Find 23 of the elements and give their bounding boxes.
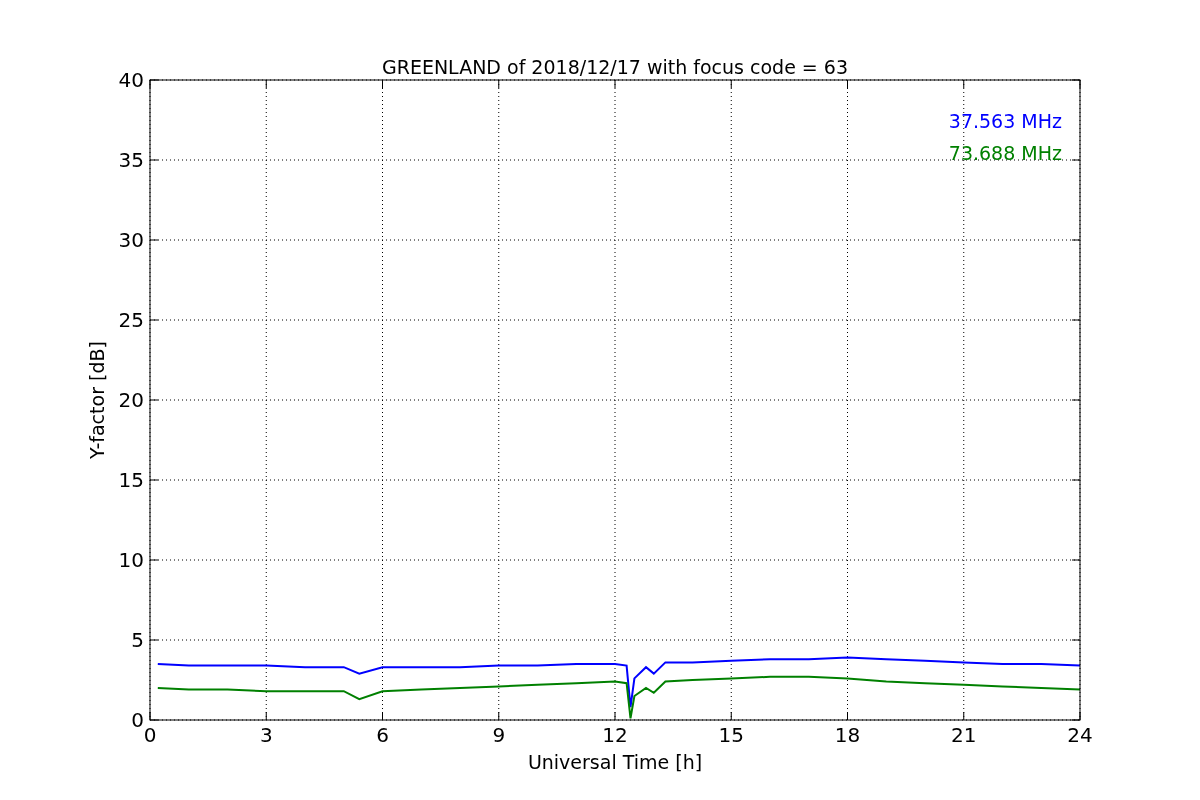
y-tick-label: 35 xyxy=(118,148,144,172)
x-tick-label: 3 xyxy=(259,723,273,747)
x-tick-label: 0 xyxy=(143,723,157,747)
chart-title: GREENLAND of 2018/12/17 with focus code = 63 xyxy=(382,56,848,78)
y-tick-label: 5 xyxy=(131,628,144,652)
y-tick-label: 40 xyxy=(118,68,144,92)
x-tick-label: 24 xyxy=(1067,723,1093,747)
legend-label: 37.563 MHz xyxy=(948,110,1062,132)
x-tick-label: 18 xyxy=(834,723,861,747)
y-tick-label: 30 xyxy=(118,228,144,252)
y-tick-label: 0 xyxy=(131,708,144,732)
x-tick-label: 9 xyxy=(492,723,506,747)
x-tick-label: 12 xyxy=(602,723,628,747)
x-tick-label: 21 xyxy=(951,723,977,747)
y-axis-label: Y-factor [dB] xyxy=(86,341,108,459)
x-tick-label: 6 xyxy=(376,723,389,747)
x-axis-label: Universal Time [h] xyxy=(527,751,703,773)
y-tick-label: 15 xyxy=(118,468,144,492)
y-tick-label: 10 xyxy=(118,548,144,572)
x-tick-label: 15 xyxy=(718,723,744,747)
y-tick-label: 20 xyxy=(118,388,144,412)
y-tick-label: 25 xyxy=(118,308,144,332)
legend-label: 73.688 MHz xyxy=(948,142,1062,164)
